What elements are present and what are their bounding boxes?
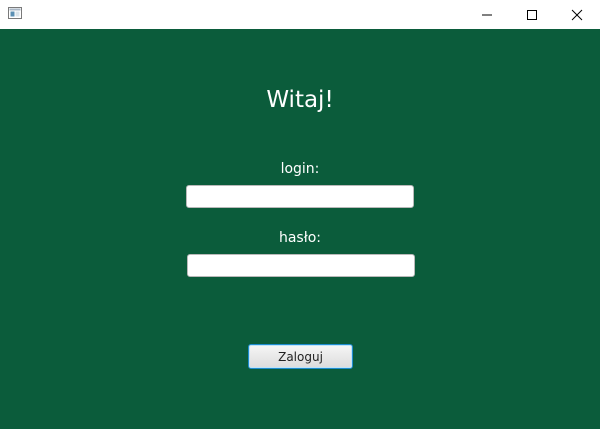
welcome-heading: Witaj! xyxy=(266,87,334,113)
login-label: login: xyxy=(280,161,320,177)
app-icon xyxy=(8,7,22,19)
window-titlebar[interactable] xyxy=(0,0,600,29)
maximize-button[interactable] xyxy=(509,0,555,29)
minimize-button[interactable] xyxy=(464,0,510,29)
login-panel: Witaj! login: hasło: Zaloguj xyxy=(0,29,600,429)
password-input[interactable] xyxy=(187,254,415,277)
login-button[interactable]: Zaloguj xyxy=(248,344,353,369)
maximize-icon xyxy=(527,9,537,20)
close-button[interactable] xyxy=(554,0,600,29)
login-input[interactable] xyxy=(186,185,414,208)
close-icon xyxy=(571,9,583,20)
minimize-icon xyxy=(482,14,492,15)
password-label: hasło: xyxy=(278,230,321,246)
